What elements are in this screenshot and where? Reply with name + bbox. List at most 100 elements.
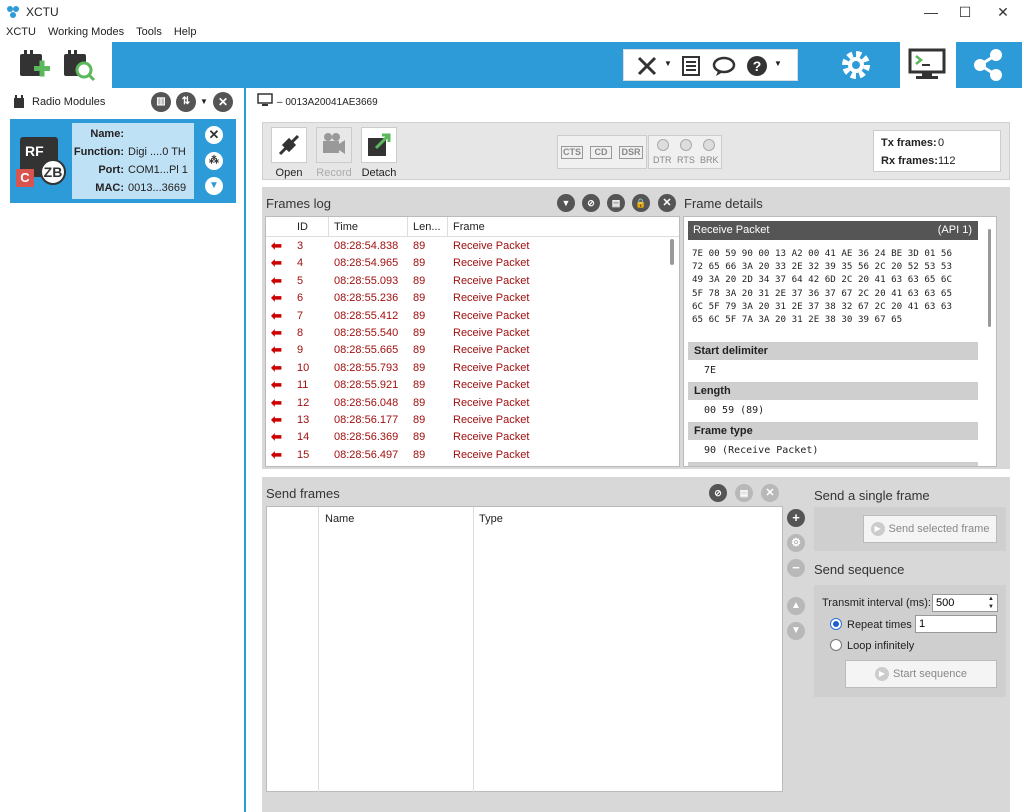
brk-led[interactable] <box>703 139 715 151</box>
module-network-icon[interactable]: ⁂ <box>205 152 223 170</box>
sort-dropdown-icon[interactable]: ▼ <box>200 97 208 106</box>
rts-label: RTS <box>677 155 695 165</box>
cell-time: 08:28:55.093 <box>334 274 399 287</box>
clear-frames-icon[interactable]: ⊘ <box>582 194 600 212</box>
tools-group: ▼ ? ▼ <box>623 49 798 81</box>
table-row[interactable]: ⬅ 13 08:28:56.177 89 Receive Packet <box>266 412 679 429</box>
cell-frame: Receive Packet <box>453 327 530 339</box>
repeat-times-radio[interactable] <box>830 618 842 630</box>
table-row[interactable]: ⬅ 14 08:28:56.369 89 Receive Packet <box>266 429 679 446</box>
menu-working-modes[interactable]: Working Modes <box>42 24 130 40</box>
console-log-icon[interactable] <box>680 55 702 77</box>
remove-all-modules-icon[interactable]: ✕ <box>213 92 233 112</box>
col-name[interactable]: Name <box>325 513 354 525</box>
module-expand-icon[interactable]: ▼ <box>205 177 223 195</box>
filter-frames-icon[interactable]: ▼ <box>557 194 575 212</box>
cell-len: 89 <box>413 396 426 409</box>
receive-arrow-icon: ⬅ <box>271 394 282 410</box>
discover-devices-icon[interactable] <box>60 48 96 84</box>
menu-help[interactable]: Help <box>168 24 203 40</box>
col-time[interactable]: Time <box>334 221 358 233</box>
cell-frame: Receive Packet <box>453 257 530 270</box>
menu-tools[interactable]: Tools <box>130 24 168 40</box>
details-scrollbar[interactable] <box>988 229 991 327</box>
feedback-chat-icon[interactable] <box>712 55 736 77</box>
log-scrollbar[interactable] <box>670 239 674 265</box>
title-bar: XCTU — ☐ ✕ <box>0 0 1024 24</box>
minimize-button[interactable]: — <box>914 0 948 24</box>
remove-module-icon[interactable]: ✕ <box>205 126 223 144</box>
cell-frame: Receive Packet <box>453 240 530 252</box>
frames-log-header: ID Time Len... Frame <box>266 217 679 237</box>
dtr-led[interactable] <box>657 139 669 151</box>
loop-infinitely-radio[interactable] <box>830 639 842 651</box>
menu-xctu[interactable]: XCTU <box>0 24 42 40</box>
frame-type-header: Frame type <box>688 422 978 440</box>
send-selected-frame-button: ▶ Send selected frame <box>863 515 997 543</box>
open-connection-button[interactable]: Open <box>269 127 309 179</box>
table-row[interactable]: ⬅ 5 08:28:55.093 89 Receive Packet <box>266 273 679 290</box>
receive-arrow-icon: ⬅ <box>271 446 282 462</box>
table-row[interactable]: ⬅ 6 08:28:55.236 89 Receive Packet <box>266 290 679 307</box>
cell-len: 89 <box>413 414 426 426</box>
tools-dropdown-icon[interactable]: ▼ <box>664 59 672 68</box>
network-mode-icon[interactable] <box>970 47 1006 83</box>
table-row[interactable]: ⬅ 12 08:28:56.048 89 Receive Packet <box>266 394 679 412</box>
move-up-icon: ▲ <box>787 597 805 615</box>
table-row[interactable]: ⬅ 8 08:28:55.540 89 Receive Packet <box>266 325 679 342</box>
table-row[interactable]: ⬅ 11 08:28:55.921 89 Receive Packet <box>266 377 679 394</box>
col-length[interactable]: Len... <box>413 221 441 233</box>
table-row[interactable]: ⬅ 7 08:28:55.412 89 Receive Packet <box>266 308 679 325</box>
interval-spinner[interactable]: ▲ ▼ <box>985 595 997 611</box>
cell-time: 08:28:54.965 <box>334 257 399 270</box>
cell-frame: Receive Packet <box>453 379 530 392</box>
length-value: 00 59 (89) <box>704 405 765 416</box>
cell-time: 08:28:55.236 <box>334 292 399 305</box>
cell-id: 8 <box>297 327 304 339</box>
console-small-icon <box>257 93 273 106</box>
close-log-icon[interactable]: ✕ <box>658 194 676 212</box>
frames-log-table[interactable]: ID Time Len... Frame ⬅ 3 08:28:54.838 89 Rec… <box>265 216 680 467</box>
add-device-icon[interactable] <box>16 48 52 84</box>
configuration-mode-gear-icon[interactable] <box>838 47 874 83</box>
cell-frame: Receive Packet <box>453 396 530 409</box>
frame-details-title: Frame details <box>684 196 763 211</box>
save-send-list-icon: ▤ <box>735 484 753 502</box>
col-type[interactable]: Type <box>479 513 503 525</box>
maximize-button[interactable]: ☐ <box>948 0 982 24</box>
console-mode-tab[interactable] <box>900 42 956 88</box>
receive-arrow-icon: ⬅ <box>271 429 282 445</box>
table-row[interactable]: ⬅ 9 08:28:55.665 89 Receive Packet <box>266 342 679 359</box>
close-window-button[interactable]: ✕ <box>986 0 1020 24</box>
detach-button[interactable]: Detach <box>359 127 399 179</box>
cell-frame: Receive Packet <box>453 448 530 461</box>
table-row[interactable]: ⬅ 3 08:28:54.838 89 Receive Packet <box>266 238 679 255</box>
sort-modules-icon[interactable]: ⇅ <box>176 92 196 112</box>
col-frame[interactable]: Frame <box>453 221 485 233</box>
help-icon[interactable]: ? <box>746 55 768 77</box>
help-dropdown-icon[interactable]: ▼ <box>774 59 782 68</box>
add-frame-icon[interactable]: + <box>787 509 805 527</box>
cell-time: 08:28:55.793 <box>334 361 399 374</box>
send-single-frame-title: Send a single frame <box>814 488 930 503</box>
repeat-times-input[interactable] <box>915 615 997 633</box>
table-row[interactable]: ⬅ 10 08:28:55.793 89 Receive Packet <box>266 360 679 377</box>
frame-hex-dump: 7E 00 59 90 00 13 A2 00 41 AE 36 24 BE 3… <box>692 248 952 326</box>
clear-send-list-icon[interactable]: ⊘ <box>709 484 727 502</box>
cell-time: 08:28:54.838 <box>334 240 399 252</box>
table-row[interactable]: ⬅ 15 08:28:56.497 89 Receive Packet <box>266 446 679 464</box>
send-frames-table[interactable]: Name Type <box>266 506 783 793</box>
col-id[interactable]: ID <box>297 221 308 233</box>
load-profile-icon[interactable]: ▥ <box>151 92 171 112</box>
cell-id: 15 <box>297 448 310 461</box>
lock-scroll-icon[interactable]: 🔒 <box>632 194 650 212</box>
cell-id: 12 <box>297 396 310 409</box>
save-frames-icon[interactable]: ▤ <box>607 194 625 212</box>
send-frames-title: Send frames <box>266 486 340 501</box>
tools-icon[interactable] <box>636 55 658 77</box>
rts-led[interactable] <box>680 139 692 151</box>
table-row[interactable]: ⬅ 4 08:28:54.965 89 Receive Packet <box>266 255 679 272</box>
cell-frame: Receive Packet <box>453 309 530 322</box>
cell-len: 89 <box>413 344 426 357</box>
menu-bar: XCTU Working Modes Tools Help <box>0 24 1024 42</box>
